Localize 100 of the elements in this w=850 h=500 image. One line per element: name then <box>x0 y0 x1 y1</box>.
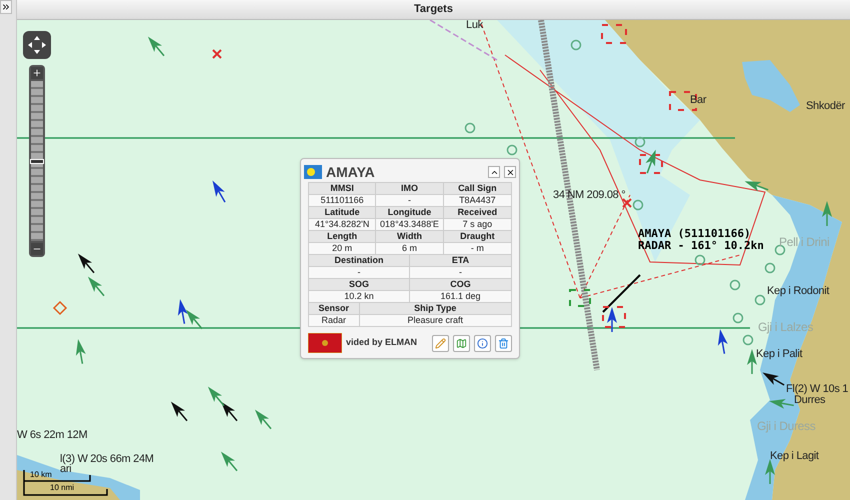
ship-icon[interactable] <box>762 372 784 386</box>
map-label: Shkodër <box>806 101 845 112</box>
pan-arrows-icon <box>27 35 47 55</box>
info-icon <box>477 338 488 348</box>
map-icon <box>456 338 467 348</box>
map-label: W 6s 22m 12M <box>17 430 88 441</box>
ship-icon[interactable] <box>718 329 728 354</box>
expand-button[interactable] <box>0 0 12 14</box>
map-label: Kep i Palit <box>756 349 802 360</box>
vessel-label: AMAYA (511101166) <box>638 228 752 240</box>
target-marker[interactable] <box>639 154 663 174</box>
field-value: T8A4437 <box>458 195 497 206</box>
zoom-in-button[interactable] <box>31 67 43 79</box>
field-label: Ship Type <box>413 303 458 314</box>
field-value: Pleasure craft <box>406 315 464 326</box>
map-label: l(3) W 20s 66m 24M <box>60 454 154 465</box>
pencil-icon <box>435 338 446 348</box>
buoy-icon <box>774 244 786 256</box>
field-value: - m <box>470 243 485 254</box>
delete-button[interactable] <box>495 334 512 352</box>
field-value: 6 m <box>376 243 444 254</box>
buoy-icon <box>754 294 766 306</box>
provider-text: vided by ELMAN <box>346 336 418 350</box>
field-label: Latitude <box>309 207 376 218</box>
field-value: 20 m <box>309 243 376 254</box>
cross-icon <box>212 49 222 59</box>
buoy-icon <box>742 334 754 346</box>
edit-button[interactable] <box>432 334 449 352</box>
double-chevron-icon <box>1 2 11 12</box>
field-label: IMO <box>376 183 444 194</box>
map[interactable] <box>17 20 850 500</box>
field-label: Sensor <box>309 303 360 314</box>
ship-icon[interactable] <box>607 307 617 332</box>
flag-icon <box>304 165 322 179</box>
map-label: 34 NM 209.08 ° <box>553 190 626 201</box>
buoy-icon <box>632 200 644 210</box>
field-label: Draught <box>459 231 496 242</box>
buoy-icon <box>730 280 740 290</box>
diamond-icon <box>52 300 68 316</box>
field-label: SOG <box>309 279 410 290</box>
scale-label: 10 km <box>30 471 52 479</box>
field-value: 10.2 kn <box>309 291 410 302</box>
plus-icon <box>32 68 42 78</box>
cross-icon <box>622 198 632 208</box>
route-line <box>430 20 498 61</box>
popup-title: AMAYA <box>326 162 375 182</box>
lake-drawing <box>742 60 800 112</box>
zoom-slider[interactable] <box>31 81 43 241</box>
flag-icon <box>308 333 342 353</box>
leader-line <box>602 274 641 313</box>
zoom-out-button[interactable] <box>31 243 43 255</box>
minimize-button[interactable] <box>488 166 500 178</box>
field-label: ETA <box>450 255 470 266</box>
scale-label: 10 nmi <box>50 484 74 492</box>
panel-header: Targets <box>17 0 850 20</box>
field-value: - <box>376 195 444 206</box>
field-value: Radar <box>309 315 360 326</box>
field-value: - <box>458 267 463 278</box>
target-marker[interactable] <box>569 289 591 307</box>
map-label: ari <box>60 464 72 475</box>
field-value: 7 s ago <box>462 219 494 230</box>
buoy-icon <box>506 144 518 156</box>
close-button[interactable] <box>504 166 516 178</box>
field-value: 41°34.8282'N <box>309 219 376 230</box>
ship-icon[interactable] <box>212 180 226 202</box>
pan-control[interactable] <box>23 31 51 59</box>
zoom-slider-thumb[interactable] <box>30 158 44 164</box>
field-label: MMSI <box>309 183 376 194</box>
trash-icon <box>498 338 509 348</box>
map-label: Kep i Lagit <box>770 451 819 462</box>
ship-icon[interactable] <box>220 402 238 422</box>
buoy-icon <box>764 262 776 274</box>
field-value: 511101166 <box>309 195 376 206</box>
buoy-icon <box>694 254 706 266</box>
field-label: Width <box>376 231 444 242</box>
map-label: Luk <box>466 20 483 31</box>
field-label: Call Sign <box>457 183 498 194</box>
buoy-icon <box>464 122 476 134</box>
target-marker[interactable] <box>602 306 626 328</box>
field-label: Longitude <box>376 207 444 218</box>
ship-icon[interactable] <box>178 299 188 324</box>
field-value: 018°43.3488'E <box>376 219 444 230</box>
close-icon <box>506 168 514 176</box>
buoy-icon <box>634 136 646 148</box>
field-label: COG <box>449 279 472 290</box>
map-button[interactable] <box>453 334 470 352</box>
field-label: Length <box>309 231 376 242</box>
buoy-icon <box>732 312 744 324</box>
buoy-icon <box>570 40 582 50</box>
target-marker[interactable] <box>601 24 627 44</box>
map-label: Kep i Rodonit <box>767 286 830 297</box>
field-value: 161.1 deg <box>439 291 482 302</box>
map-label: Bar <box>690 95 706 106</box>
info-button[interactable] <box>474 334 491 352</box>
ship-icon[interactable] <box>170 402 188 422</box>
map-label: Pell i Drini <box>779 236 830 248</box>
field-label: Received <box>456 207 498 218</box>
ship-icon[interactable] <box>78 254 95 274</box>
field-label: Destination <box>309 255 410 266</box>
field-value: - <box>309 267 410 278</box>
